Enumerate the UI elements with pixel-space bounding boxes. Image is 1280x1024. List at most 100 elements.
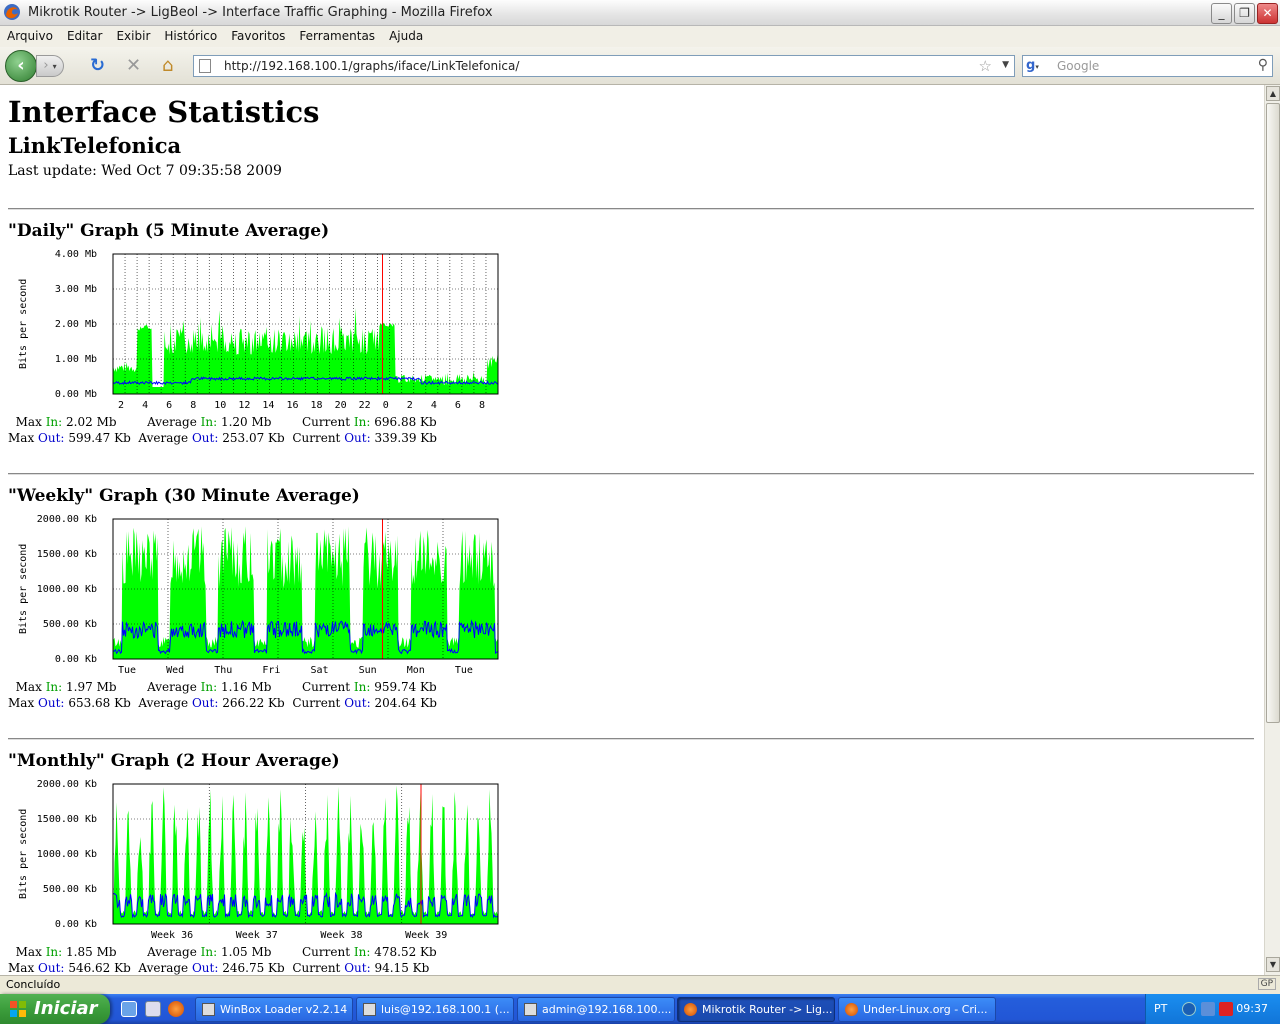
forward-arrow-icon: › bbox=[43, 58, 49, 73]
menu-bar: Arquivo Editar Exibir Histórico Favoritos Fer… bbox=[0, 26, 1280, 47]
antivirus-icon[interactable] bbox=[1219, 1002, 1233, 1016]
menu-exibir[interactable]: Exibir bbox=[109, 26, 157, 43]
firefox-icon bbox=[845, 1003, 858, 1016]
menu-arquivo[interactable]: Arquivo bbox=[0, 26, 60, 43]
network-icon[interactable] bbox=[1201, 1002, 1215, 1016]
weekly-graph-title: "Weekly" Graph (30 Minute Average) bbox=[8, 486, 360, 506]
x-tick-label: 16 bbox=[286, 400, 298, 408]
x-tick-label: 14 bbox=[262, 400, 274, 408]
desktop-quicklaunch-icon[interactable] bbox=[145, 1001, 161, 1017]
stop-icon[interactable]: ✕ bbox=[126, 56, 141, 76]
daily-stats: Max In: 2.02 Mb Average In: 1.20 Mb Curr… bbox=[8, 414, 437, 446]
scroll-down-icon[interactable]: ▼ bbox=[1266, 957, 1280, 972]
weekly-stats-in: Max In: 1.97 Mb Average In: 1.16 Mb Curr… bbox=[15, 680, 437, 694]
x-tick-label: 4 bbox=[431, 400, 437, 408]
search-bar[interactable]: g▾ Google ⚲ bbox=[1022, 55, 1273, 77]
weekly-stats: Max In: 1.97 Mb Average In: 1.16 Mb Curr… bbox=[8, 679, 437, 711]
x-tick-label: 12 bbox=[238, 400, 250, 408]
x-tick-label: Wed bbox=[166, 665, 184, 673]
y-tick-label: 500.00 Kb bbox=[43, 884, 97, 895]
y-tick-label: 3.00 Mb bbox=[55, 284, 97, 295]
y-tick-label: 500.00 Kb bbox=[43, 619, 97, 630]
divider bbox=[8, 473, 1254, 475]
firefox-icon bbox=[684, 1003, 697, 1016]
x-tick-label: 22 bbox=[359, 400, 371, 408]
home-icon[interactable]: ⌂ bbox=[162, 56, 173, 76]
back-button[interactable]: ‹ bbox=[5, 50, 37, 82]
start-button[interactable]: Iniciar bbox=[0, 994, 110, 1024]
daily-stats-out: Max Out: 599.47 Kb Average Out: 253.07 K… bbox=[8, 431, 437, 445]
task-firefox-mikrotik[interactable]: Mikrotik Router -> Lig... bbox=[677, 997, 835, 1022]
menu-historico[interactable]: Histórico bbox=[157, 26, 224, 43]
task-luis-ssh[interactable]: luis@192.168.100.1 (... bbox=[356, 997, 514, 1022]
window-icon bbox=[363, 1003, 376, 1016]
scroll-up-icon[interactable]: ▲ bbox=[1266, 86, 1280, 101]
page-title: Interface Statistics bbox=[8, 95, 320, 129]
x-tick-label: Week 38 bbox=[320, 930, 362, 938]
gp-indicator[interactable]: GP bbox=[1257, 978, 1276, 990]
monthly-stats-out: Max Out: 546.62 Kb Average Out: 246.75 K… bbox=[8, 961, 430, 975]
vertical-scrollbar[interactable]: ▲ ▼ bbox=[1264, 85, 1280, 975]
task-admin-ssh[interactable]: admin@192.168.100.... bbox=[517, 997, 675, 1022]
weekly-stats-out: Max Out: 653.68 Kb Average Out: 266.22 K… bbox=[8, 696, 437, 710]
status-text: Concluído bbox=[6, 978, 61, 991]
x-tick-label: Week 39 bbox=[405, 930, 447, 938]
task-winbox[interactable]: WinBox Loader v2.2.14 bbox=[195, 997, 353, 1022]
bookmark-star-icon[interactable]: ☆ bbox=[979, 57, 992, 75]
y-axis-label: Bits per second bbox=[18, 809, 29, 899]
divider bbox=[8, 208, 1254, 210]
google-engine-icon[interactable]: g▾ bbox=[1026, 58, 1044, 74]
monthly-graph: Bits per second 2000.00 Kb 1500.00 Kb 1000.… bbox=[8, 778, 508, 938]
monthly-graph-title: "Monthly" Graph (2 Hour Average) bbox=[8, 751, 340, 771]
x-tick-label: 8 bbox=[190, 400, 196, 408]
y-tick-label: 4.00 Mb bbox=[55, 249, 97, 260]
x-tick-label: Sun bbox=[359, 665, 377, 673]
daily-graph-title: "Daily" Graph (5 Minute Average) bbox=[8, 221, 330, 241]
reload-icon[interactable]: ↻ bbox=[90, 56, 105, 76]
menu-ajuda[interactable]: Ajuda bbox=[382, 26, 430, 43]
x-tick-label: 18 bbox=[311, 400, 323, 408]
close-button[interactable]: ✕ bbox=[1257, 3, 1278, 24]
x-tick-label: 4 bbox=[142, 400, 148, 408]
ie-quicklaunch-icon[interactable] bbox=[121, 1001, 137, 1017]
menu-favoritos[interactable]: Favoritos bbox=[224, 26, 292, 43]
url-bar[interactable]: http://192.168.100.1/graphs/iface/LinkTe… bbox=[193, 55, 1015, 77]
firefox-icon bbox=[4, 4, 20, 20]
search-icon[interactable]: ⚲ bbox=[1258, 57, 1268, 73]
scroll-thumb[interactable] bbox=[1266, 103, 1280, 723]
back-arrow-icon: ‹ bbox=[17, 55, 25, 76]
y-tick-label: 2.00 Mb bbox=[55, 319, 97, 330]
language-indicator[interactable]: PT bbox=[1154, 1002, 1167, 1015]
url-text[interactable]: http://192.168.100.1/graphs/iface/LinkTe… bbox=[224, 59, 519, 73]
window-titlebar[interactable]: Mikrotik Router -> LigBeol -> Interface … bbox=[0, 0, 1280, 26]
x-tick-label: Tue bbox=[455, 665, 473, 673]
x-tick-label: 0 bbox=[383, 400, 389, 408]
y-axis-label: Bits per second bbox=[18, 544, 29, 634]
traffic-graph-svg: Bits per second 2000.00 Kb 1500.00 Kb 1000.… bbox=[18, 779, 499, 938]
menu-editar[interactable]: Editar bbox=[60, 26, 110, 43]
forward-button[interactable]: › ▾ bbox=[36, 55, 64, 77]
firefox-quicklaunch-icon[interactable] bbox=[168, 1001, 184, 1017]
x-tick-label: Sat bbox=[311, 665, 329, 673]
clock: 09:37 bbox=[1236, 1002, 1268, 1015]
task-firefox-underlinux[interactable]: Under-Linux.org - Cri... bbox=[838, 997, 996, 1022]
y-tick-label: 1000.00 Kb bbox=[37, 849, 97, 860]
y-tick-label: 0.00 Kb bbox=[55, 654, 97, 665]
y-tick-label: 1.00 Mb bbox=[55, 354, 97, 365]
x-tick-label: 8 bbox=[479, 400, 485, 408]
tray-expand-icon[interactable] bbox=[1182, 1002, 1196, 1016]
y-tick-label: 0.00 Kb bbox=[55, 919, 97, 930]
menu-ferramentas[interactable]: Ferramentas bbox=[292, 26, 382, 43]
minimize-button[interactable]: _ bbox=[1211, 3, 1232, 24]
last-update: Last update: Wed Oct 7 09:35:58 2009 bbox=[8, 163, 282, 179]
y-tick-label: 0.00 Mb bbox=[55, 389, 97, 400]
history-dropdown-icon[interactable]: ▾ bbox=[53, 62, 57, 71]
x-tick-label: 6 bbox=[166, 400, 172, 408]
maximize-button[interactable]: ❐ bbox=[1234, 3, 1255, 24]
y-tick-label: 1000.00 Kb bbox=[37, 584, 97, 595]
x-tick-label: Mon bbox=[407, 665, 425, 673]
x-tick-label: 20 bbox=[335, 400, 347, 408]
status-bar: Concluído GP bbox=[0, 975, 1280, 994]
url-dropdown-icon[interactable]: ▼ bbox=[1002, 60, 1009, 70]
y-tick-label: 1500.00 Kb bbox=[37, 814, 97, 825]
